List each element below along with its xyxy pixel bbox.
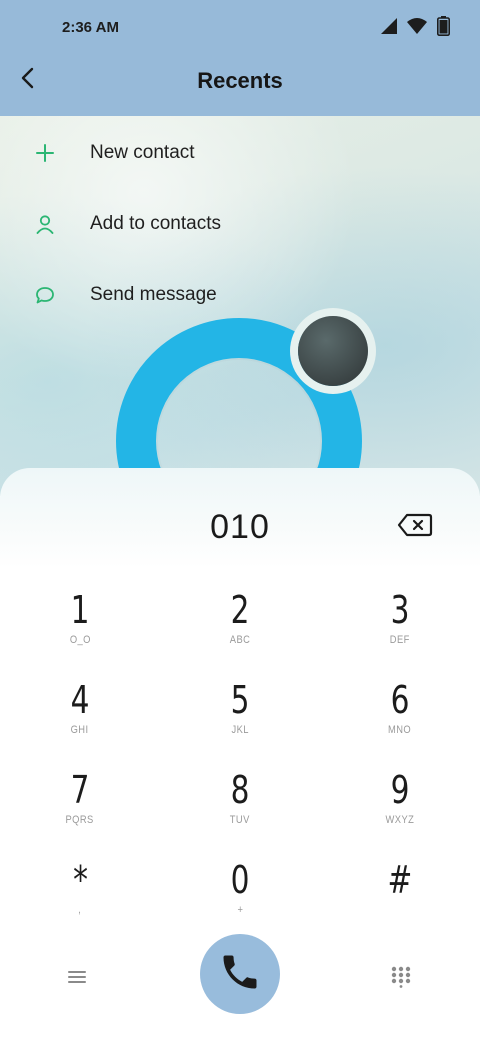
- key-digit: 6: [390, 678, 410, 722]
- backspace-button[interactable]: [394, 512, 436, 542]
- call-button[interactable]: [200, 934, 280, 1014]
- plus-icon: [34, 142, 56, 164]
- battery-icon: [437, 16, 450, 41]
- key-letters: DEF: [390, 634, 410, 646]
- key-digit: 8: [230, 768, 250, 812]
- key-digit: 1: [70, 588, 90, 632]
- key-letters: MNO: [388, 724, 412, 736]
- key-7[interactable]: 7 PQRS: [20, 768, 140, 848]
- key-digit: 5: [230, 678, 250, 722]
- key-digit: 7: [70, 768, 90, 812]
- key-2[interactable]: 2 ABC: [180, 588, 300, 668]
- status-time: 2:36 AM: [62, 19, 119, 36]
- key-letters: GHI: [71, 724, 89, 736]
- key-letters: TUV: [230, 814, 250, 826]
- key-letters: PQRS: [65, 814, 95, 826]
- key-digit: 2: [230, 588, 250, 632]
- key-letters: +: [237, 904, 243, 916]
- chat-bubble-icon: [34, 284, 56, 306]
- key-digit: #: [387, 858, 413, 902]
- key-3[interactable]: 3 DEF: [340, 588, 460, 668]
- decorative-dot: [298, 316, 368, 386]
- add-to-contacts-label: Add to contacts: [90, 213, 221, 234]
- backspace-icon: [397, 513, 433, 542]
- key-0[interactable]: 0 +: [180, 858, 300, 938]
- key-6[interactable]: 6 MNO: [340, 678, 460, 758]
- person-icon: [34, 213, 56, 235]
- wallpaper: New contact Add to contacts Send message: [0, 116, 480, 496]
- add-to-contacts-item[interactable]: Add to contacts: [0, 199, 480, 249]
- dialpad-toggle-button[interactable]: [384, 962, 418, 996]
- dialer-actions: [0, 934, 480, 1024]
- key-8[interactable]: 8 TUV: [180, 768, 300, 848]
- menu-button[interactable]: [60, 964, 94, 994]
- key-5[interactable]: 5 JKL: [180, 678, 300, 758]
- key-letters: ,: [78, 904, 82, 916]
- key-hash[interactable]: #: [340, 858, 460, 938]
- menu-icon: [67, 969, 87, 990]
- status-icons: [381, 16, 450, 41]
- send-message-item[interactable]: Send message: [0, 270, 480, 320]
- send-message-label: Send message: [90, 284, 217, 305]
- key-letters: JKL: [231, 724, 249, 736]
- key-letters: ABC: [229, 634, 251, 646]
- key-1[interactable]: 1 O_O: [20, 588, 140, 668]
- app-header: 2:36 AM Recents: [0, 0, 480, 116]
- cellular-signal-icon: [381, 18, 397, 39]
- key-digit: 0: [230, 858, 250, 902]
- page-title: Recents: [197, 68, 283, 93]
- key-digit: 3: [390, 588, 410, 632]
- phone-icon: [218, 950, 262, 999]
- new-contact-item[interactable]: New contact: [0, 128, 480, 178]
- key-4[interactable]: 4 GHI: [20, 678, 140, 758]
- key-letters: O_O: [69, 634, 91, 646]
- key-digit: *: [72, 858, 88, 902]
- key-9[interactable]: 9 WXYZ: [340, 768, 460, 848]
- wifi-icon: [407, 18, 427, 39]
- key-star[interactable]: * ,: [20, 858, 140, 938]
- new-contact-label: New contact: [90, 142, 195, 163]
- key-digit: 9: [390, 768, 410, 812]
- key-digit: 4: [70, 678, 90, 722]
- key-letters: WXYZ: [385, 814, 415, 826]
- dialpad-icon: [391, 966, 411, 993]
